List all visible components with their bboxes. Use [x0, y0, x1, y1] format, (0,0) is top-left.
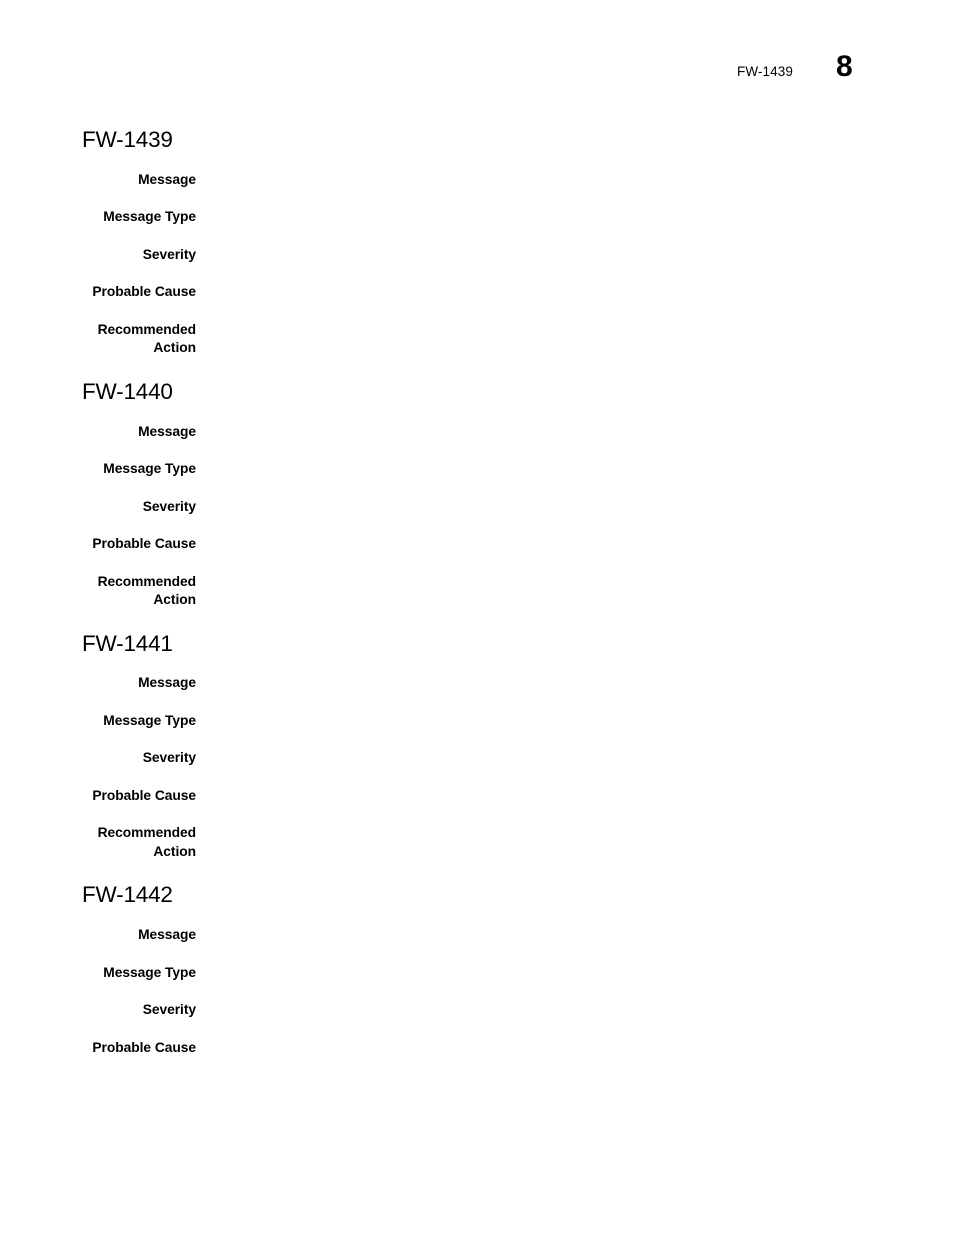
- row-value: [196, 208, 954, 227]
- definition-row: Message Type: [0, 208, 954, 227]
- message-section: FW-1442 Message Message Type Severity Pr…: [0, 882, 954, 1057]
- row-label: Probable Cause: [92, 284, 196, 300]
- definition-row: Severity: [0, 1001, 954, 1020]
- row-value: [196, 787, 954, 806]
- definition-row: Message Type: [0, 964, 954, 983]
- section-heading: FW-1439: [82, 127, 173, 152]
- row-value: [196, 1001, 954, 1020]
- row-label: Message Type: [103, 209, 196, 225]
- message-section: FW-1440 Message Message Type Severity Pr…: [0, 378, 954, 610]
- definition-row: Probable Cause: [0, 1039, 954, 1058]
- definition-row: Severity: [0, 246, 954, 265]
- definition-row: Probable Cause: [0, 283, 954, 302]
- row-label: Message: [138, 423, 196, 439]
- definition-row: Probable Cause: [0, 787, 954, 806]
- definition-row: Message Type: [0, 712, 954, 731]
- row-label: Message Type: [103, 712, 196, 728]
- row-value: [196, 321, 954, 340]
- definition-row: Severity: [0, 749, 954, 768]
- section-heading: FW-1440: [82, 378, 173, 404]
- row-value: [196, 573, 954, 592]
- definition-row: Recommended Action: [0, 321, 954, 358]
- running-header: FW-1439 8: [0, 52, 954, 98]
- definition-row: Message: [0, 423, 954, 442]
- row-value: [196, 246, 954, 265]
- section-heading: FW-1441: [82, 630, 173, 656]
- row-value: [196, 926, 954, 945]
- definition-rows: Message Message Type Severity Probable C…: [0, 171, 954, 358]
- definition-rows: Message Message Type Severity Probable C…: [0, 926, 954, 1057]
- section-heading: FW-1442: [82, 882, 173, 908]
- row-label: Message Type: [103, 964, 196, 980]
- definition-row: Recommended Action: [0, 824, 954, 861]
- definition-row: Message: [0, 171, 954, 190]
- row-value: [196, 460, 954, 479]
- definition-rows: Message Message Type Severity Probable C…: [0, 423, 954, 610]
- row-label: Probable Cause: [92, 1039, 196, 1055]
- row-label: Message Type: [103, 461, 196, 476]
- row-value: [196, 964, 954, 983]
- row-label: Severity: [142, 498, 196, 514]
- row-value: [196, 535, 954, 554]
- row-label: Recommended Action: [97, 321, 196, 356]
- definition-row: Recommended Action: [0, 573, 954, 610]
- definition-row: Message: [0, 926, 954, 945]
- row-value: [196, 824, 954, 843]
- row-label: Message: [138, 675, 196, 691]
- row-label: Message: [138, 171, 196, 187]
- document-page: FW-1439 8 FW-1439 Message Message Type S…: [0, 0, 954, 1235]
- row-value: [196, 749, 954, 768]
- row-label: Message: [138, 927, 196, 942]
- row-value: [196, 171, 954, 190]
- row-label: Severity: [142, 246, 196, 262]
- row-label: Recommended Action: [97, 573, 196, 608]
- row-value: [196, 712, 954, 731]
- page-content: FW-1439 Message Message Type Severity Pr…: [0, 127, 954, 1079]
- row-value: [196, 423, 954, 442]
- row-label: Severity: [142, 1002, 196, 1017]
- row-value: [196, 498, 954, 517]
- message-section: FW-1439 Message Message Type Severity Pr…: [0, 127, 954, 358]
- message-section: FW-1441 Message Message Type Severity Pr…: [0, 630, 954, 862]
- definition-row: Probable Cause: [0, 535, 954, 554]
- definition-rows: Message Message Type Severity Probable C…: [0, 674, 954, 861]
- page-number: 8: [836, 50, 853, 83]
- row-label: Severity: [142, 750, 196, 766]
- row-label: Probable Cause: [92, 536, 196, 551]
- header-running-reference: FW-1439: [737, 64, 793, 79]
- row-label: Recommended Action: [97, 825, 196, 859]
- definition-row: Message Type: [0, 460, 954, 479]
- definition-row: Message: [0, 674, 954, 693]
- row-value: [196, 283, 954, 302]
- definition-row: Severity: [0, 498, 954, 517]
- row-value: [196, 674, 954, 693]
- row-label: Probable Cause: [92, 787, 196, 803]
- row-value: [196, 1039, 954, 1058]
